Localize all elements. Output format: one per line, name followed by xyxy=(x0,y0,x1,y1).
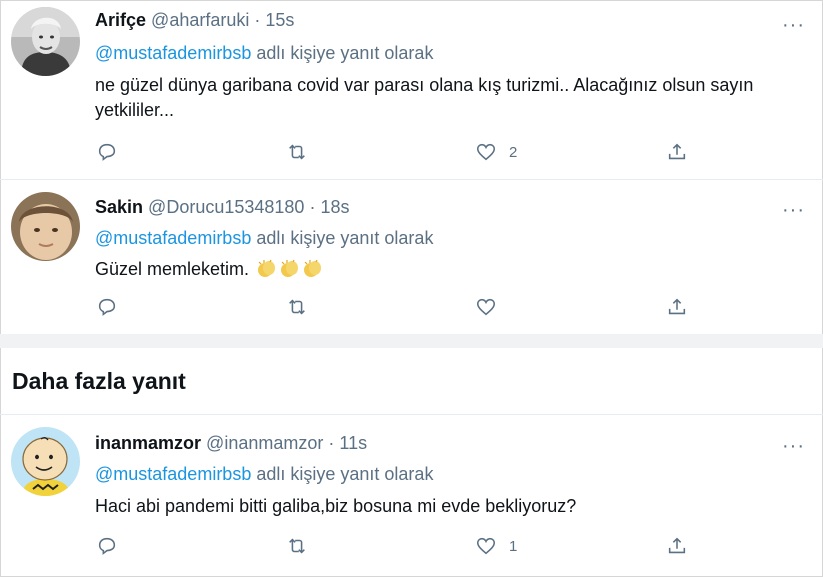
timestamp[interactable]: 15s xyxy=(265,10,294,30)
reply-context-label: adlı kişiye yanıt olarak xyxy=(256,464,434,484)
timestamp[interactable]: 11s xyxy=(339,433,367,453)
reply-button[interactable] xyxy=(96,293,118,321)
share-icon xyxy=(668,143,686,160)
handle[interactable]: @aharfaruki xyxy=(151,10,249,30)
share-icon xyxy=(668,298,686,315)
clapping-hands-emoji xyxy=(304,259,322,277)
tweet-text: ne güzel dünya garibana covid var parası… xyxy=(95,75,754,120)
reply-button[interactable] xyxy=(96,138,118,166)
retweet-button[interactable] xyxy=(286,138,308,166)
share-button[interactable] xyxy=(666,293,688,321)
tweet-actions: 2 xyxy=(0,138,823,166)
like-icon xyxy=(476,298,496,316)
share-icon xyxy=(668,537,686,554)
section-gap xyxy=(0,334,823,348)
timestamp[interactable]: 18s xyxy=(320,197,349,217)
mention-link[interactable]: @mustafademirbsb xyxy=(95,43,251,63)
section-title: Daha fazla yanıt xyxy=(12,368,186,394)
more-icon[interactable]: ··· xyxy=(782,200,805,220)
reply-icon xyxy=(98,143,116,161)
display-name[interactable]: Sakin xyxy=(95,197,143,217)
separator-dot: · xyxy=(309,197,316,217)
retweet-button[interactable] xyxy=(286,293,308,321)
like-button[interactable] xyxy=(475,293,497,321)
more-icon[interactable]: ··· xyxy=(782,15,805,35)
separator-dot: · xyxy=(328,433,335,453)
avatar[interactable] xyxy=(11,427,80,496)
tweet-text: Haci abi pandemi bitti galiba,biz bosuna… xyxy=(95,496,577,516)
handle[interactable]: @inanmamzor xyxy=(206,433,323,453)
like-count: 2 xyxy=(509,143,518,161)
like-icon xyxy=(476,143,496,161)
like-button[interactable]: 1 xyxy=(475,532,517,560)
reply-icon xyxy=(98,537,116,555)
reply-context: @mustafademirbsb adlı kişiye yanıt olara… xyxy=(95,464,433,485)
tweet-text: Güzel memleketim. xyxy=(95,259,250,279)
reply-context-label: adlı kişiye yanıt olarak xyxy=(256,43,434,63)
share-button[interactable] xyxy=(666,138,688,166)
avatar[interactable] xyxy=(11,7,80,76)
retweet-button[interactable] xyxy=(286,532,308,560)
retweet-icon xyxy=(289,538,305,554)
reply-button[interactable] xyxy=(96,532,118,560)
reply-context: @mustafademirbsb adlı kişiye yanıt olara… xyxy=(95,43,433,64)
clapping-hands-emoji xyxy=(258,259,276,277)
like-button[interactable]: 2 xyxy=(475,138,517,166)
share-button[interactable] xyxy=(666,532,688,560)
handle[interactable]: @Dorucu15348180 xyxy=(148,197,304,217)
mention-link[interactable]: @mustafademirbsb xyxy=(95,464,251,484)
divider xyxy=(0,179,823,180)
reply-context: @mustafademirbsb adlı kişiye yanıt olara… xyxy=(95,228,433,249)
divider xyxy=(0,414,823,415)
separator-dot: · xyxy=(254,10,261,30)
retweet-icon xyxy=(289,299,305,315)
like-icon xyxy=(476,537,496,555)
tweet-actions: 1 xyxy=(0,532,823,560)
mention-link[interactable]: @mustafademirbsb xyxy=(95,228,251,248)
tweet-actions xyxy=(0,293,823,321)
retweet-icon xyxy=(289,144,305,160)
reply-icon xyxy=(98,298,116,316)
avatar[interactable] xyxy=(11,192,80,261)
display-name[interactable]: Arifçe xyxy=(95,10,146,30)
clapping-hands-emoji xyxy=(281,259,299,277)
like-count: 1 xyxy=(509,537,518,555)
more-icon[interactable]: ··· xyxy=(782,436,805,456)
reply-context-label: adlı kişiye yanıt olarak xyxy=(256,228,434,248)
display-name[interactable]: inanmamzor xyxy=(95,433,201,453)
tweet-body: Güzel memleketim. xyxy=(95,257,805,282)
